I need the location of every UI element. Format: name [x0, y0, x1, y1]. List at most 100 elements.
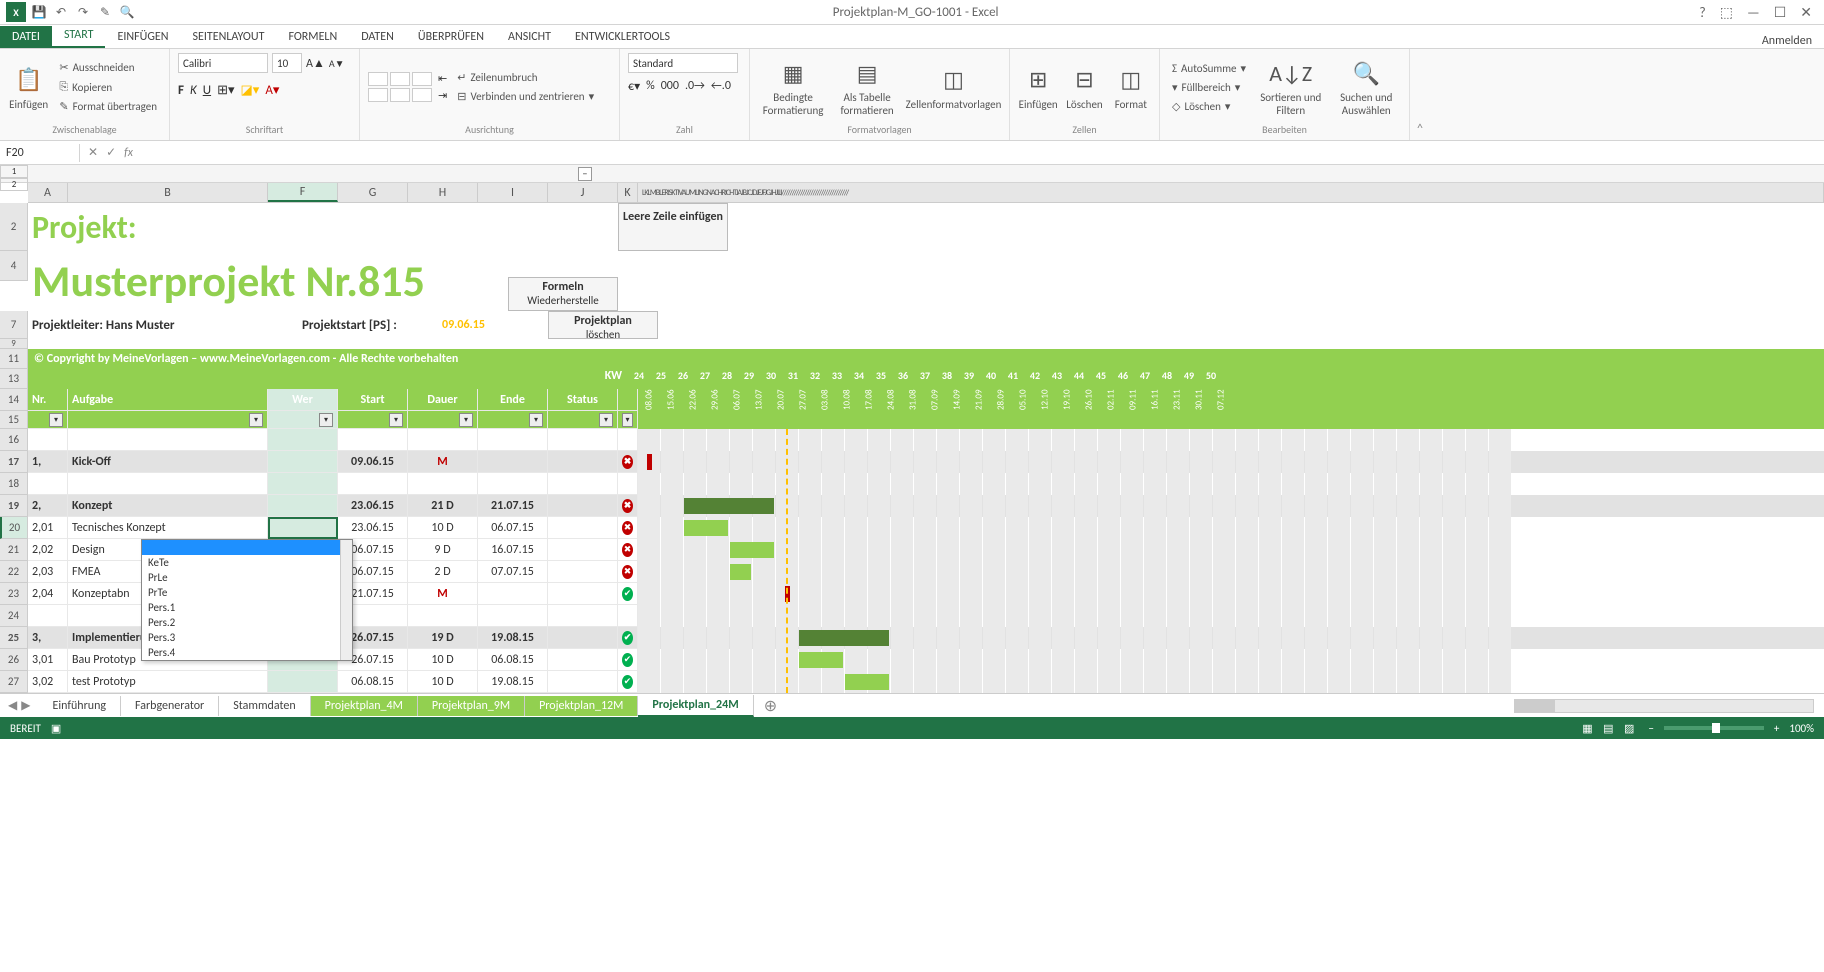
col-header-j[interactable]: J	[548, 183, 618, 202]
cell-dur[interactable]: M	[408, 583, 478, 605]
col-header-b[interactable]: B	[68, 183, 268, 202]
cond-format-button[interactable]: ▦ Bedingte Formatierung	[758, 57, 828, 117]
view-normal-icon[interactable]: ▦	[1578, 722, 1596, 735]
cell-who[interactable]	[268, 671, 338, 693]
row-header[interactable]: 18	[0, 473, 28, 495]
row-header[interactable]: 24	[0, 605, 28, 627]
cell-nr[interactable]: 3,	[28, 627, 68, 649]
sheet-tab-plan9m[interactable]: Projektplan_9M	[418, 696, 525, 716]
filter-end-icon[interactable]: ▾	[529, 413, 543, 427]
tab-einfuegen[interactable]: EINFÜGEN	[105, 26, 180, 48]
cell-end[interactable]	[478, 583, 548, 605]
cell-end[interactable]: 07.07.15	[478, 561, 548, 583]
cell-nr[interactable]: 1,	[28, 451, 68, 473]
cell-status[interactable]	[548, 649, 618, 671]
delete-cells-button[interactable]: ⊟ Löschen	[1064, 64, 1104, 111]
dropdown-item[interactable]: Pers.4	[142, 645, 352, 660]
row-header[interactable]: 19	[0, 495, 28, 517]
zoom-out-icon[interactable]: −	[1648, 722, 1653, 735]
minimize-icon[interactable]: —	[1743, 4, 1764, 21]
row-header[interactable]: 21	[0, 539, 28, 561]
col-header-k[interactable]: K	[618, 183, 638, 202]
cell-who[interactable]: ▾	[268, 517, 338, 539]
cell-dur[interactable]: M	[408, 451, 478, 473]
cell-start[interactable]: 23.06.15	[338, 517, 408, 539]
row-header[interactable]: 25	[0, 627, 28, 649]
dropdown-item[interactable]: Pers.1	[142, 600, 352, 615]
filter-start-icon[interactable]: ▾	[389, 413, 403, 427]
align-top-left-icon[interactable]	[368, 72, 388, 86]
cell-task[interactable]: test Prototyp	[68, 671, 268, 693]
qat-undo-icon[interactable]: ↶	[52, 3, 70, 21]
cell-nr[interactable]	[28, 429, 68, 451]
cell-k[interactable]: ✖	[618, 517, 638, 539]
sheet-tab-stammdaten[interactable]: Stammdaten	[219, 696, 310, 716]
cell-start[interactable]	[338, 473, 408, 495]
cell-k[interactable]: ✔	[618, 627, 638, 649]
tab-ueberpruefen[interactable]: ÜBERPRÜFEN	[406, 26, 496, 48]
cancel-formula-icon[interactable]: ✕	[88, 145, 98, 160]
row-header[interactable]: 26	[0, 649, 28, 671]
row-header[interactable]: 13	[0, 369, 28, 389]
bold-button[interactable]: F	[178, 83, 184, 98]
filter-k-icon[interactable]: ▾	[622, 413, 633, 427]
increase-font-icon[interactable]: A▲	[306, 56, 325, 71]
insert-cells-button[interactable]: ⊞ Einfügen	[1018, 64, 1058, 111]
sort-filter-button[interactable]: A↓Z Sortieren und Filtern	[1256, 57, 1326, 117]
percent-icon[interactable]: %	[646, 79, 655, 94]
cell-k[interactable]	[618, 429, 638, 451]
cell-task[interactable]: Tecnisches Konzept	[68, 517, 268, 539]
maximize-icon[interactable]: ☐	[1770, 4, 1791, 21]
find-select-button[interactable]: 🔍 Suchen und Auswählen	[1331, 57, 1401, 117]
row-header[interactable]: 7	[0, 311, 28, 339]
cell-end[interactable]: 06.07.15	[478, 517, 548, 539]
dropdown-scrollbar[interactable]	[340, 540, 352, 660]
col-header-g[interactable]: G	[338, 183, 408, 202]
cell-status[interactable]	[548, 539, 618, 561]
sheet-nav-last-icon[interactable]: ▶	[21, 698, 30, 713]
signin-link[interactable]: Anmelden	[1762, 34, 1824, 48]
cell-k[interactable]: ✔	[618, 671, 638, 693]
cut-button[interactable]: ✂ Ausschneiden	[55, 59, 161, 76]
indent-increase-icon[interactable]: ⇥	[438, 89, 447, 102]
fx-icon[interactable]: fx	[124, 146, 139, 160]
col-header-f[interactable]: F	[268, 183, 338, 202]
tab-ansicht[interactable]: ANSICHT	[496, 26, 563, 48]
cell-who[interactable]	[268, 473, 338, 495]
add-sheet-icon[interactable]: ⊕	[754, 696, 787, 716]
cell-dur[interactable]: 10 D	[408, 649, 478, 671]
qat-preview-icon[interactable]: 🔍	[118, 3, 136, 21]
currency-icon[interactable]: €▾	[628, 79, 640, 94]
cell-who[interactable]	[268, 451, 338, 473]
align-top-right-icon[interactable]	[412, 72, 432, 86]
clear-button[interactable]: ◇ Löschen ▾	[1168, 98, 1250, 115]
cell-dur[interactable]	[408, 429, 478, 451]
align-mid-left-icon[interactable]	[368, 88, 388, 102]
filter-nr-icon[interactable]: ▾	[49, 413, 63, 427]
dropdown-item[interactable]: PrLe	[142, 570, 352, 585]
sheet-tab-plan12m[interactable]: Projektplan_12M	[525, 696, 638, 716]
name-box[interactable]: F20	[0, 144, 80, 162]
cell-status[interactable]	[548, 627, 618, 649]
row-header[interactable]: 23	[0, 583, 28, 605]
decrease-decimal-icon[interactable]: ←.0	[711, 79, 731, 94]
cell-start[interactable]: 09.06.15	[338, 451, 408, 473]
macro-record-icon[interactable]: ▣	[51, 722, 61, 735]
cell-dur[interactable]: 21 D	[408, 495, 478, 517]
cell-k[interactable]: ✔	[618, 583, 638, 605]
outline-collapse-icon[interactable]: −	[578, 167, 592, 181]
fill-button[interactable]: ▾ Füllbereich ▾	[1168, 79, 1250, 96]
sheet-tab-plan24m[interactable]: Projektplan_24M	[638, 695, 753, 717]
dropdown-item[interactable]: PrTe	[142, 585, 352, 600]
cell-k[interactable]: ✔	[618, 649, 638, 671]
cell-end[interactable]: 06.08.15	[478, 649, 548, 671]
merge-center-button[interactable]: ⊟ Verbinden und zentrieren ▾	[453, 88, 598, 105]
filter-who-icon[interactable]: ▾	[319, 413, 333, 427]
cell-nr[interactable]	[28, 473, 68, 495]
formula-input[interactable]	[139, 151, 1824, 155]
cell-status[interactable]	[548, 561, 618, 583]
ribbon-collapse-icon[interactable]: ^	[1410, 49, 1430, 140]
cell-nr[interactable]: 2,02	[28, 539, 68, 561]
cell-end[interactable]: 16.07.15	[478, 539, 548, 561]
view-pagebreak-icon[interactable]: ▨	[1620, 722, 1638, 735]
